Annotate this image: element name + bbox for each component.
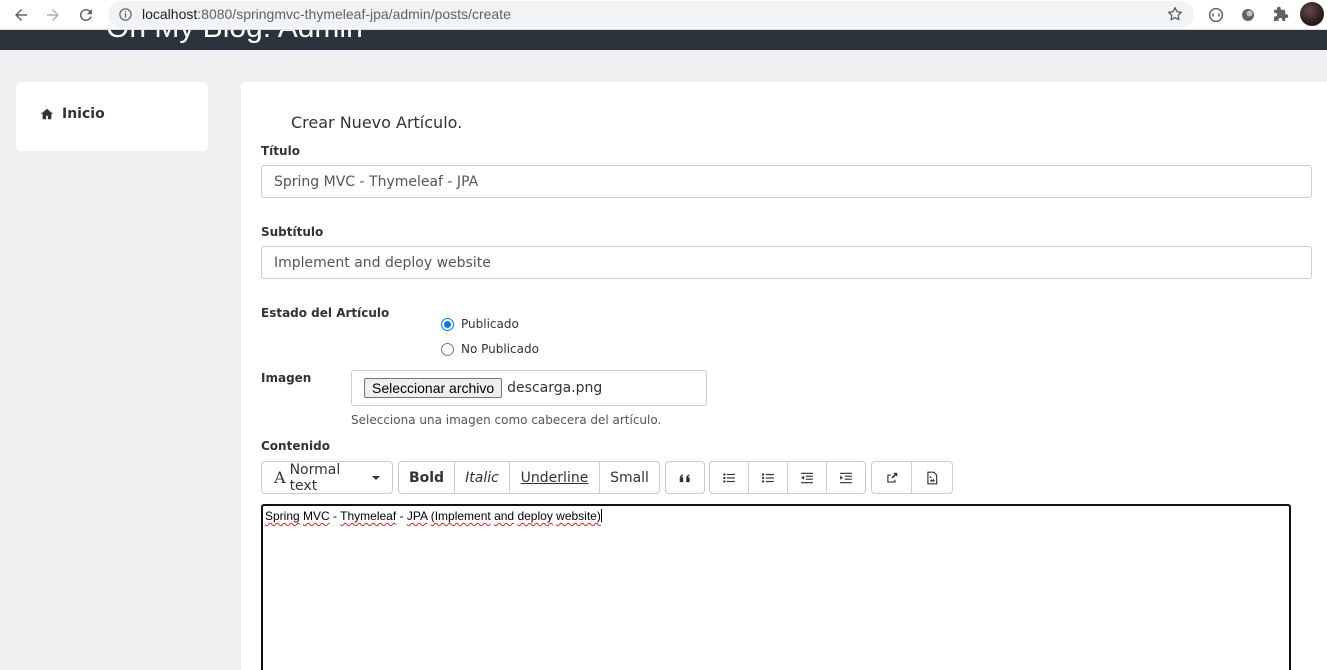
editor-word: - (333, 509, 338, 523)
editor-word: JPA (406, 509, 428, 523)
emphasis-group: Bold Italic Underline Small (398, 461, 660, 494)
indent-button[interactable] (827, 462, 865, 493)
status-option-no-publicado[interactable]: No Publicado (441, 342, 539, 356)
radio-label-publicado: Publicado (461, 317, 519, 331)
main-panel: Crear Nuevo Artículo. Título Subtítulo E… (241, 82, 1327, 670)
sidebar: Inicio (16, 82, 208, 151)
editor-word: - (399, 509, 404, 523)
image-file-icon (927, 471, 938, 484)
unordered-list-button[interactable] (710, 462, 749, 493)
title-input[interactable] (261, 165, 1312, 198)
selected-file-name: descarga.png (507, 380, 603, 396)
list-group (709, 461, 866, 494)
subtitle-input[interactable] (261, 246, 1312, 279)
subtitle-label: Subtítulo (261, 225, 324, 239)
reload-icon (79, 8, 92, 21)
list-ol-icon (762, 472, 774, 483)
arrow-right-icon (47, 9, 59, 21)
page-title: Crear Nuevo Artículo. (291, 113, 463, 132)
info-icon[interactable] (118, 7, 133, 22)
address-bar[interactable]: localhost:8080/springmvc-thymeleaf-jpa/a… (108, 1, 1194, 28)
extension-circle-icon[interactable] (1239, 6, 1257, 24)
profile-avatar[interactable] (1300, 2, 1324, 26)
insert-link-button[interactable] (872, 462, 912, 493)
status-label: Estado del Artículo (261, 306, 390, 320)
site-header: On My Blog: Admin (0, 30, 1327, 50)
url-host: localhost (142, 6, 198, 22)
title-label: Título (261, 144, 300, 158)
sidebar-item-inicio[interactable]: Inicio (40, 106, 105, 122)
blockquote-button[interactable] (666, 462, 704, 493)
editor-word: deploy (517, 509, 553, 523)
bold-button[interactable]: Bold (399, 462, 455, 493)
ordered-list-button[interactable] (749, 462, 788, 493)
site-title: On My Blog: Admin (106, 30, 363, 45)
url-text[interactable]: localhost:8080/springmvc-thymeleaf-jpa/a… (142, 6, 511, 22)
radio-label-no-publicado: No Publicado (461, 342, 539, 356)
image-label: Imagen (261, 371, 312, 385)
insert-group (871, 461, 953, 494)
editor-word: website) (556, 509, 601, 523)
editor-word: (Implement (430, 509, 491, 523)
font-style-group: A Normal text (261, 461, 393, 494)
font-icon: A (274, 468, 286, 487)
radio-publicado[interactable] (441, 317, 454, 331)
editor-word: Spring (265, 509, 300, 523)
reload-button[interactable] (74, 3, 98, 27)
underline-button[interactable]: Underline (510, 462, 600, 493)
url-path: :8080/springmvc-thymeleaf-jpa/admin/post… (197, 6, 511, 22)
home-icon (40, 108, 54, 120)
back-button[interactable] (9, 3, 33, 27)
outdent-button[interactable] (788, 462, 827, 493)
quote-icon (679, 474, 690, 482)
indent-icon (840, 472, 852, 483)
insert-image-button[interactable] (912, 462, 952, 493)
status-option-publicado[interactable]: Publicado (441, 317, 519, 331)
italic-button[interactable]: Italic (455, 462, 510, 493)
image-help-text: Selecciona una imagen como cabecera del … (351, 413, 662, 427)
outdent-icon (801, 472, 813, 483)
bookmark-star-icon[interactable] (1166, 5, 1184, 23)
editor-word: MVC (303, 509, 330, 523)
forward-button[interactable] (41, 3, 65, 27)
browser-toolbar: localhost:8080/springmvc-thymeleaf-jpa/a… (0, 0, 1327, 30)
list-ul-icon (723, 472, 735, 483)
extensions-puzzle-icon[interactable] (1271, 6, 1289, 24)
sidebar-item-label: Inicio (62, 106, 105, 122)
font-style-dropdown[interactable]: A Normal text (262, 461, 392, 494)
arrow-left-icon (15, 9, 27, 21)
font-style-label: Normal text (289, 461, 341, 494)
share-icon (886, 472, 897, 483)
radio-no-publicado[interactable] (441, 342, 454, 356)
choose-file-button[interactable]: Seleccionar archivo (364, 378, 503, 398)
editor-word: Thymeleaf (340, 509, 397, 523)
extension-face-icon[interactable] (1207, 6, 1225, 24)
image-file-input[interactable]: Seleccionar archivo descarga.png (351, 370, 707, 406)
content-editor[interactable]: Spring MVC - Thymeleaf - JPA (Implement … (261, 504, 1291, 670)
text-cursor (600, 509, 602, 522)
small-button[interactable]: Small (600, 462, 659, 493)
content-label: Contenido (261, 439, 330, 453)
caret-down-icon (372, 475, 380, 480)
editor-word: and (494, 509, 515, 523)
blockquote-group (665, 461, 705, 494)
